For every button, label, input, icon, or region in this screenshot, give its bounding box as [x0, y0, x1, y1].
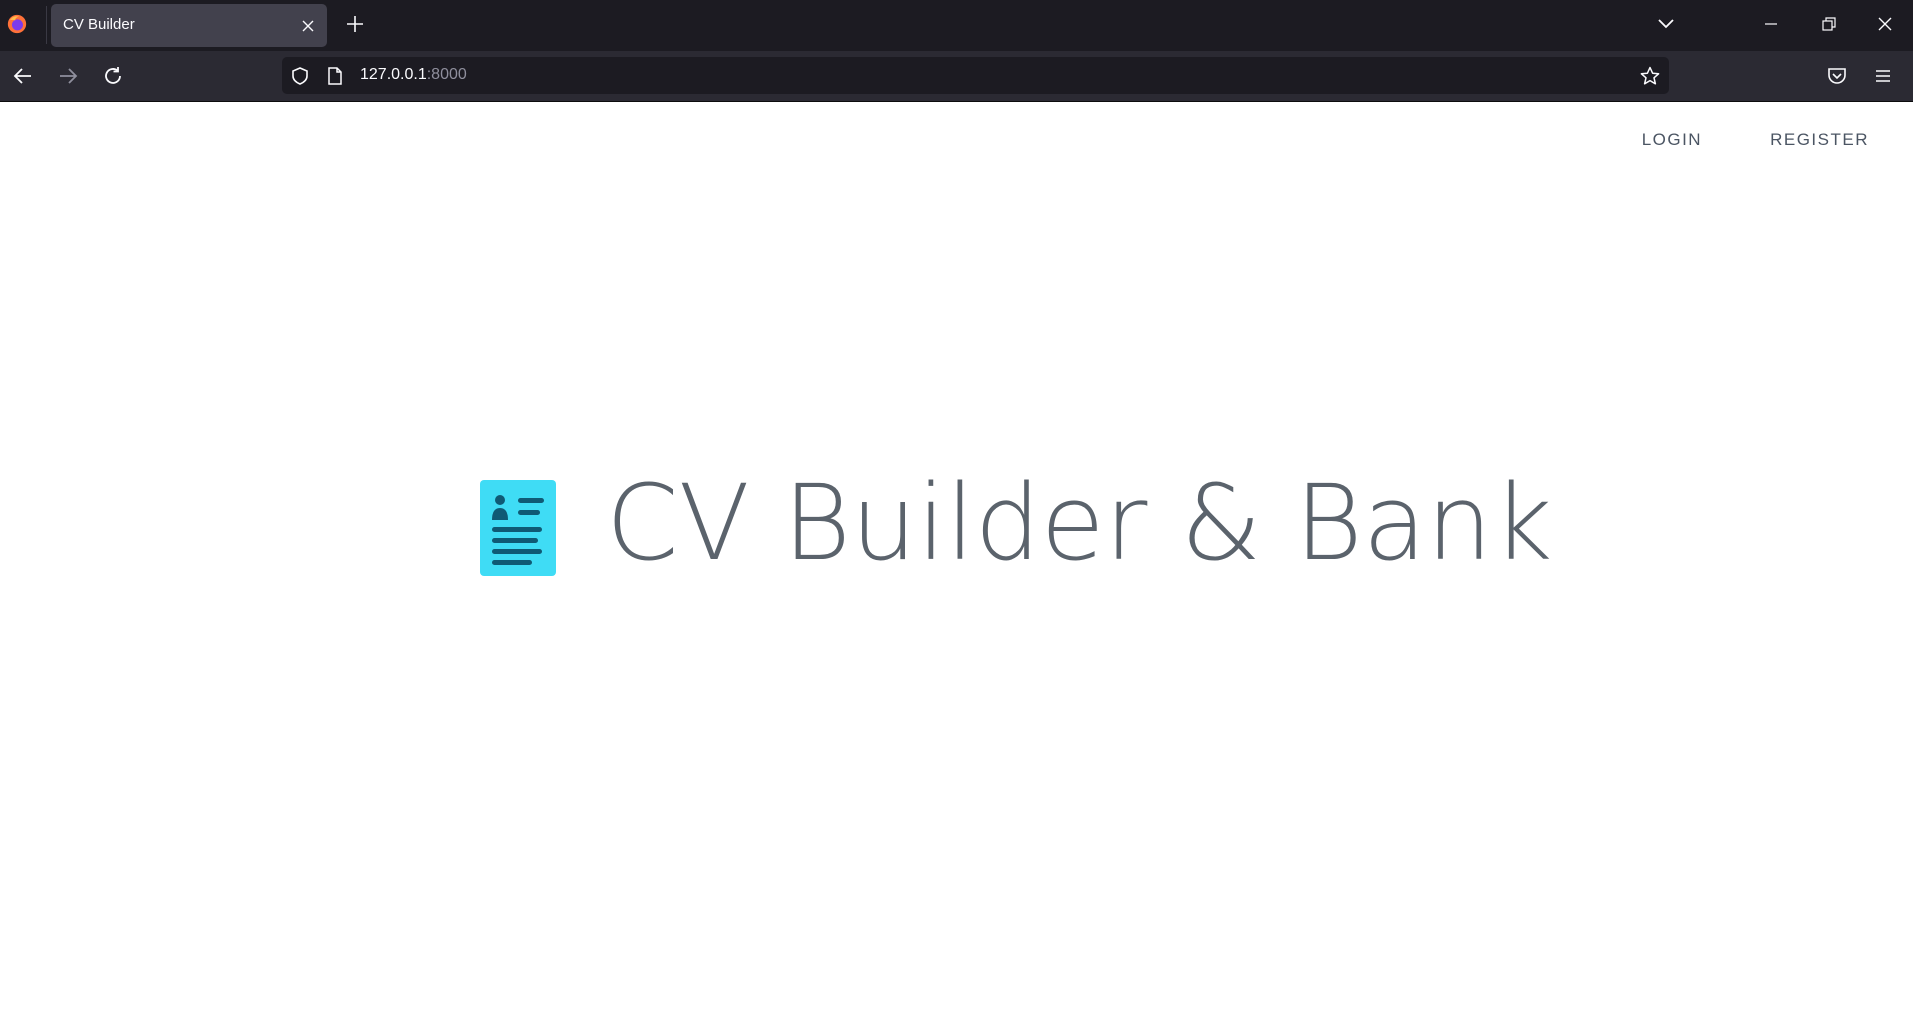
address-bar[interactable]: 127.0.0.1:8000 — [282, 57, 1669, 94]
login-link[interactable]: LOGIN — [1642, 130, 1702, 150]
url-host: 127.0.0.1 — [360, 66, 427, 83]
tab-separator — [46, 6, 47, 44]
tab-title: CV Builder — [63, 16, 135, 33]
pocket-icon[interactable] — [1825, 64, 1849, 88]
page-content: LOGIN REGISTER CV Builder & Bank — [0, 102, 1913, 1023]
tab-cv-builder[interactable]: CV Builder — [51, 4, 327, 47]
window-close-icon[interactable] — [1874, 13, 1896, 35]
chevron-down-icon[interactable] — [1655, 13, 1677, 35]
url-text[interactable]: 127.0.0.1:8000 — [360, 66, 467, 84]
reload-icon[interactable] — [101, 64, 125, 88]
restore-icon[interactable] — [1818, 13, 1840, 35]
close-tab-icon[interactable] — [299, 17, 317, 35]
minimize-icon[interactable] — [1760, 13, 1782, 35]
firefox-logo-icon[interactable] — [6, 13, 28, 35]
hamburger-menu-icon[interactable] — [1871, 64, 1895, 88]
back-arrow-icon[interactable] — [11, 64, 35, 88]
browser-toolbar: 127.0.0.1:8000 — [0, 51, 1913, 102]
url-port: :8000 — [426, 66, 467, 83]
page-title: CV Builder & Bank — [606, 462, 1553, 584]
new-tab-icon[interactable] — [343, 12, 367, 36]
browser-tab-strip: CV Builder — [0, 0, 1913, 51]
page-icon[interactable] — [326, 66, 344, 86]
bookmark-star-icon[interactable] — [1639, 65, 1661, 87]
register-link[interactable]: REGISTER — [1770, 130, 1869, 150]
cv-document-icon — [480, 480, 556, 576]
shield-icon[interactable] — [290, 66, 310, 86]
forward-arrow-icon[interactable] — [56, 64, 80, 88]
auth-links: LOGIN REGISTER — [1642, 130, 1869, 150]
